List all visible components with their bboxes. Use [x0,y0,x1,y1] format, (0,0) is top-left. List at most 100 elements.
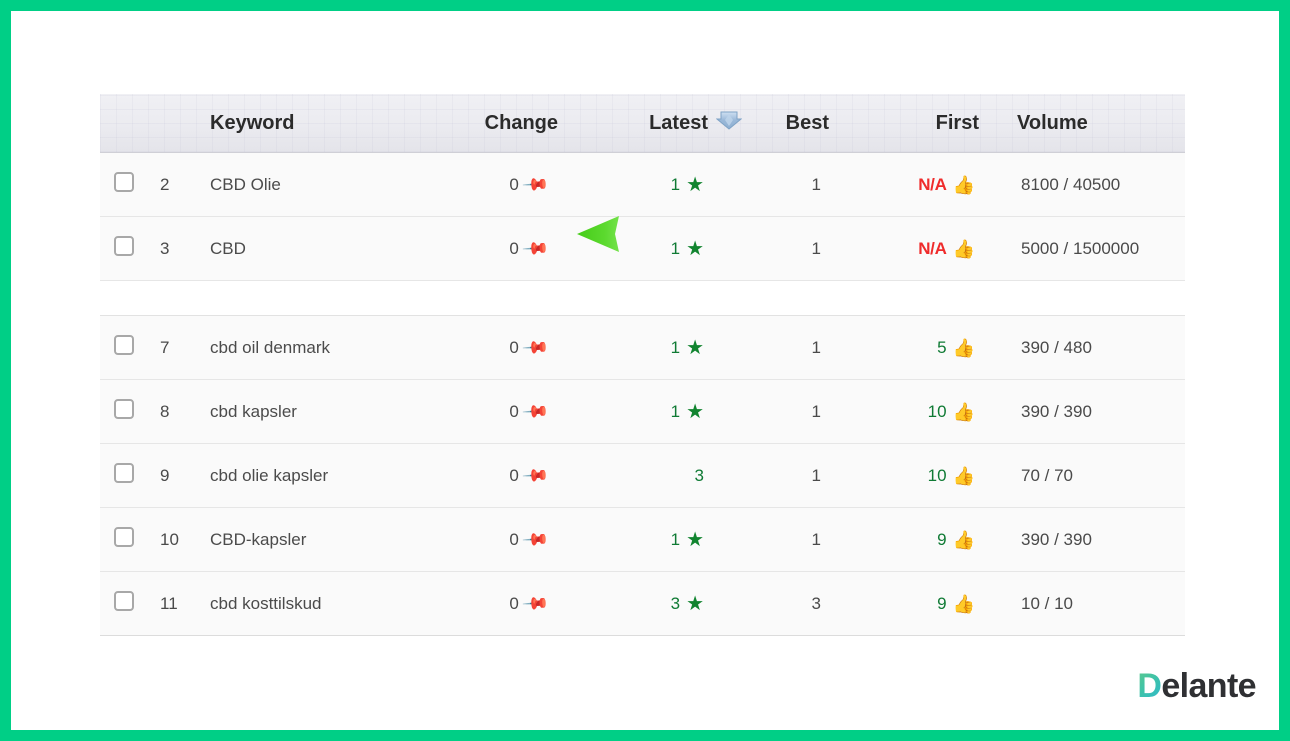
star-icon: ★ [686,173,704,196]
keyword-cell[interactable]: cbd kosttilskud [210,594,440,614]
thumbs-up-icon[interactable]: 👍 [953,595,975,613]
star-icon: ★ [686,592,704,615]
row-checkbox[interactable] [114,172,134,192]
column-header-best[interactable]: Best [750,112,865,135]
table-header-row: Keyword Change Latest Best First Volume [100,94,1185,153]
row-checkbox[interactable] [114,236,134,256]
table-row[interactable]: 10 CBD-kapsler 0 📌 1 ★ 1 9 👍 390 / 390 [100,508,1185,572]
row-select-cell [100,335,152,360]
table-row[interactable]: 9 cbd olie kapsler 0 📌 3 1 10 👍 70 / 70 [100,444,1185,508]
first-value: N/A [918,174,947,194]
thumbs-up-icon[interactable]: 👍 [953,176,975,194]
row-group: 2 CBD Olie 0 📌 1 ★ 1 N/A 👍 8100 / 40500 3 CBD 0 📌 1 ★ 1 N… [100,153,1185,281]
row-select-cell [100,527,152,552]
thumbs-up-icon[interactable]: 👍 [953,403,975,421]
first-value: 5 [937,337,947,357]
row-checkbox[interactable] [114,591,134,611]
best-cell: 3 [750,594,865,614]
latest-cell: 3 [600,466,750,486]
pin-icon[interactable]: 📌 [521,170,549,198]
keyword-cell[interactable]: cbd oil denmark [210,338,440,358]
volume-value: 390 / 390 [1021,529,1092,549]
keyword-text: CBD Olie [210,174,281,194]
thumbs-up-icon[interactable]: 👍 [953,339,975,357]
volume-cell: 390 / 390 [995,402,1185,422]
row-checkbox[interactable] [114,399,134,419]
best-value: 1 [811,401,821,421]
best-value: 3 [811,593,821,613]
volume-value: 5000 / 1500000 [1021,238,1140,258]
best-value: 1 [811,238,821,258]
pin-icon[interactable]: 📌 [521,234,549,262]
pin-icon[interactable]: 📌 [521,397,549,425]
row-checkbox[interactable] [114,335,134,355]
first-cell: N/A 👍 [865,239,995,259]
table-row[interactable]: 11 cbd kosttilskud 0 📌 3 ★ 3 9 👍 10 / 10 [100,572,1185,636]
row-checkbox[interactable] [114,463,134,483]
keyword-text: cbd kosttilskud [210,593,322,613]
table-row[interactable]: 7 cbd oil denmark 0 📌 1 ★ 1 5 👍 390 / 480 [100,316,1185,380]
first-cell: 10 👍 [865,402,995,422]
best-cell: 1 [750,175,865,195]
column-header-keyword[interactable]: Keyword [210,112,440,135]
star-icon: ★ [686,400,704,423]
column-header-latest[interactable]: Latest [600,109,750,137]
first-value: 9 [937,529,947,549]
star-icon: ★ [686,237,704,260]
keyword-text: cbd kapsler [210,401,297,421]
keyword-text: CBD-kapsler [210,529,307,549]
first-cell: 5 👍 [865,338,995,358]
first-cell: 10 👍 [865,466,995,486]
volume-value: 8100 / 40500 [1021,174,1121,194]
row-select-cell [100,591,152,616]
row-checkbox[interactable] [114,527,134,547]
row-index: 9 [160,465,170,485]
pin-icon[interactable]: 📌 [521,589,549,617]
change-value: 0 [509,593,519,613]
volume-cell: 390 / 480 [995,338,1185,358]
best-cell: 1 [750,402,865,422]
thumbs-up-icon[interactable]: 👍 [953,531,975,549]
content-canvas: Keyword Change Latest Best First Volume … [11,11,1279,730]
change-value: 0 [509,529,519,549]
keyword-text: cbd olie kapsler [210,465,329,485]
pin-icon[interactable]: 📌 [521,525,549,553]
latest-value: 1 [670,174,681,194]
pin-icon[interactable]: 📌 [521,333,549,361]
table-row[interactable]: 3 CBD 0 📌 1 ★ 1 N/A 👍 5000 / 1500000 [100,217,1185,281]
table-body: 2 CBD Olie 0 📌 1 ★ 1 N/A 👍 8100 / 40500 3 CBD 0 📌 1 ★ 1 N… [100,153,1185,636]
thumbs-up-icon[interactable]: 👍 [953,240,975,258]
column-header-change[interactable]: Change [440,112,600,135]
row-index: 7 [160,337,170,357]
keyword-cell[interactable]: CBD-kapsler [210,530,440,550]
pin-icon[interactable]: 📌 [521,461,549,489]
table-row[interactable]: 2 CBD Olie 0 📌 1 ★ 1 N/A 👍 8100 / 40500 [100,153,1185,217]
column-header-first[interactable]: First [865,112,995,135]
change-cell: 0 📌 [440,397,600,425]
volume-cell: 5000 / 1500000 [995,239,1185,259]
volume-value: 70 / 70 [1021,465,1073,485]
change-cell: 0 📌 [440,589,600,617]
latest-cell: 1 ★ [600,239,750,259]
change-cell: 0 📌 [440,333,600,361]
best-value: 1 [811,174,821,194]
keyword-cell[interactable]: cbd kapsler [210,402,440,422]
change-cell: 0 📌 [440,461,600,489]
best-cell: 1 [750,338,865,358]
row-group-separator [100,281,1185,315]
best-value: 1 [811,337,821,357]
logo-text: elante [1161,667,1256,705]
change-value: 0 [509,174,519,194]
thumbs-up-icon[interactable]: 👍 [953,467,975,485]
table-row[interactable]: 8 cbd kapsler 0 📌 1 ★ 1 10 👍 390 / 390 [100,380,1185,444]
first-cell: 9 👍 [865,594,995,614]
latest-value: 1 [670,401,681,421]
change-cell: 0 📌 [440,234,600,262]
column-header-volume[interactable]: Volume [995,112,1185,135]
first-value: 10 [927,401,947,421]
keyword-cell[interactable]: CBD Olie [210,175,440,195]
keyword-cell[interactable]: cbd olie kapsler [210,466,440,486]
star-icon: ★ [686,336,704,359]
sort-desc-icon[interactable] [715,109,743,137]
keyword-cell[interactable]: CBD [210,239,440,259]
